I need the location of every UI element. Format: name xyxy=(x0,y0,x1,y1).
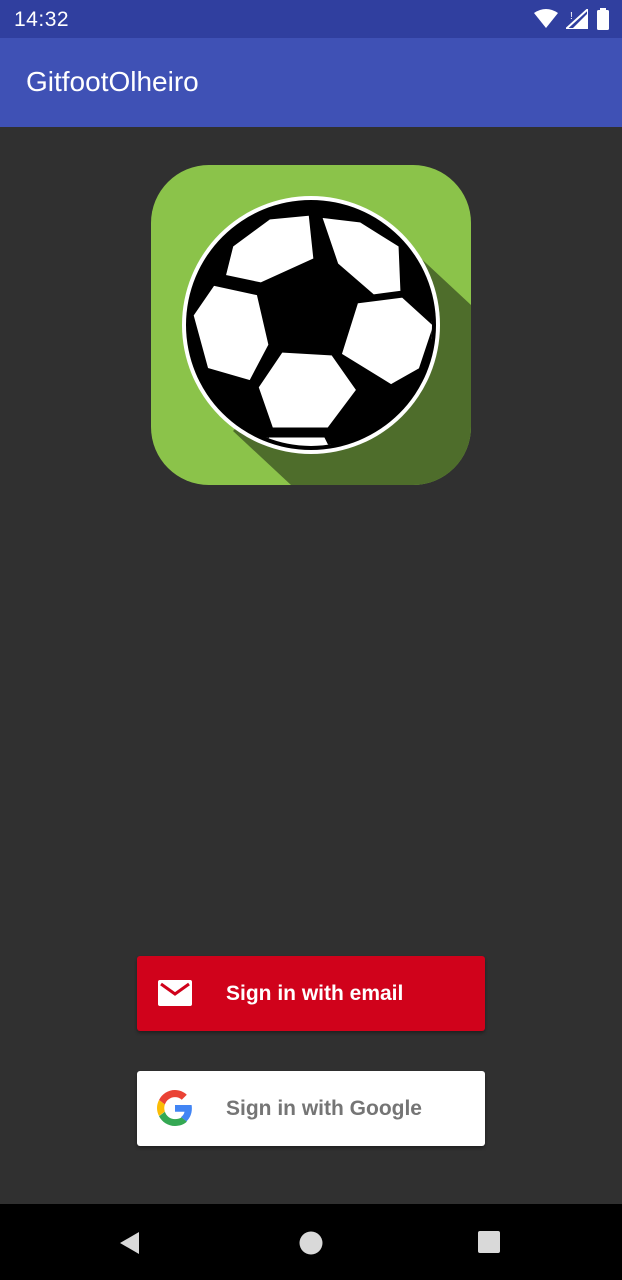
soccer-ball-icon xyxy=(151,165,471,485)
home-icon[interactable] xyxy=(298,1230,324,1256)
signal-icon: ! xyxy=(566,9,588,29)
sign-in-google-button[interactable]: Sign in with Google xyxy=(137,1071,485,1146)
main-content: Sign in with email Sign in with Google xyxy=(0,127,622,1204)
back-icon[interactable] xyxy=(117,1230,143,1256)
app-title: GitfootOlheiro xyxy=(26,66,199,97)
sign-in-email-button[interactable]: Sign in with email xyxy=(137,956,485,1031)
battery-icon xyxy=(597,8,609,30)
navigation-bar xyxy=(0,1204,622,1280)
google-icon xyxy=(157,1090,193,1126)
svg-text:!: ! xyxy=(570,11,573,22)
status-time: 14:32 xyxy=(14,8,70,31)
recents-icon[interactable] xyxy=(477,1230,503,1256)
mail-icon xyxy=(157,975,193,1011)
sign-in-google-label: Sign in with Google xyxy=(226,1097,422,1120)
app-bar: GitfootOlheiro xyxy=(0,38,622,127)
status-bar: 14:32 ! xyxy=(0,0,622,38)
sign-in-email-label: Sign in with email xyxy=(226,982,404,1005)
status-icons: ! xyxy=(534,8,610,30)
wifi-icon xyxy=(534,9,558,28)
